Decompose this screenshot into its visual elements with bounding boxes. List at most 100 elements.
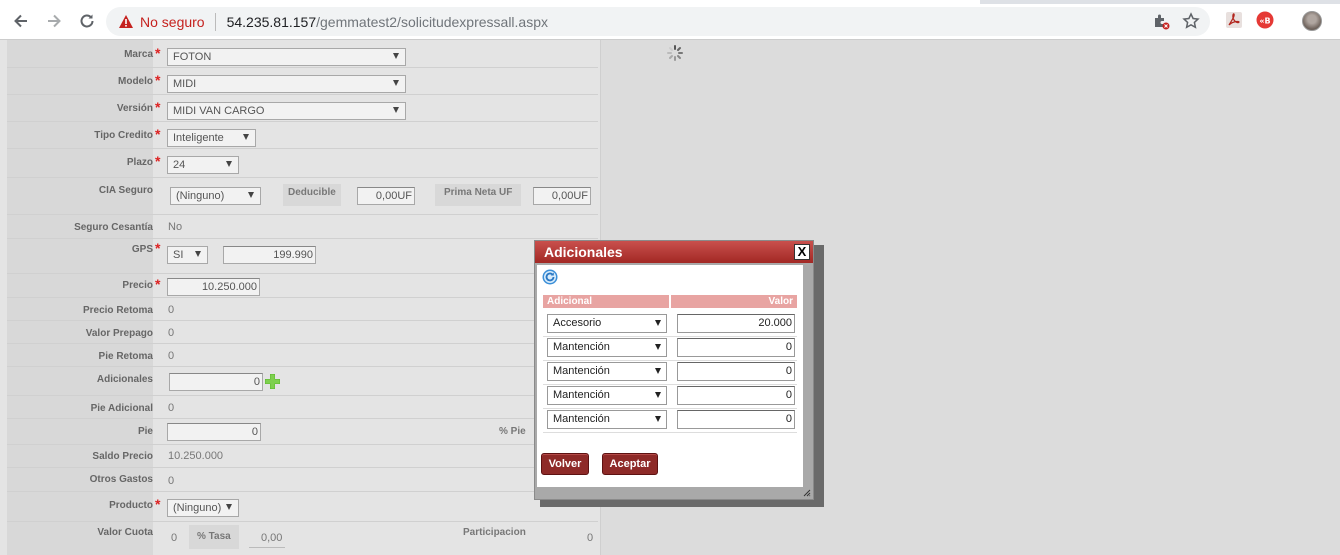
chevron-down-icon: [243, 134, 249, 140]
required-mark: *: [155, 99, 161, 115]
chevron-down-icon: [393, 80, 399, 86]
adicional-select[interactable]: Mantención: [547, 362, 667, 381]
row-divider: [543, 432, 797, 433]
tasa-label: % Tasa: [189, 525, 239, 549]
gps-value: SI: [173, 249, 184, 261]
marca-select[interactable]: FOTON: [167, 48, 406, 66]
seguro-cesantia-label: Seguro Cesantía: [74, 222, 153, 233]
loading-spinner-icon: [667, 45, 683, 61]
arrow-right-icon: [48, 14, 61, 28]
pie-adicional-label: Pie Adicional: [90, 403, 153, 414]
divider: [214, 12, 216, 31]
required-mark: *: [155, 496, 161, 512]
producto-value: (Ninguno): [173, 502, 222, 514]
plazo-label: Plazo: [126, 157, 153, 168]
chevron-down-icon: [393, 107, 399, 113]
adicional-value-input[interactable]: 0: [677, 362, 795, 381]
row-valor-cuota: Valor Cuota 0 % Tasa 0,00 Participacion …: [7, 522, 598, 555]
add-plus-icon[interactable]: [265, 374, 280, 389]
seguro-cesantia-value: No: [168, 221, 183, 233]
url-text[interactable]: 54.235.81.157/gemmatest2/solicitudexpres…: [227, 14, 548, 30]
tipo-credito-label: Tipo Credito: [94, 130, 153, 141]
required-mark: *: [155, 153, 161, 169]
adicional-type: Mantención: [553, 389, 610, 401]
adicional-value-input[interactable]: 0: [677, 386, 795, 405]
volver-button[interactable]: Volver: [541, 453, 589, 475]
chevron-down-icon: [393, 53, 399, 59]
required-mark: *: [155, 276, 161, 292]
aceptar-button[interactable]: Aceptar: [602, 453, 658, 475]
row-saldo-precio: Saldo Precio 10.250.000: [7, 445, 598, 468]
row-pie-retoma: Pie Retoma 0: [7, 344, 598, 367]
forward-button[interactable]: [43, 10, 65, 32]
modelo-label: Modelo: [118, 76, 153, 87]
chevron-down-icon: [655, 392, 661, 398]
deducible-label: Deducible: [283, 184, 341, 206]
gps-select[interactable]: SI: [167, 246, 208, 264]
producto-select[interactable]: (Ninguno): [167, 499, 239, 517]
chevron-down-icon: [655, 320, 661, 326]
adicional-select[interactable]: Mantención: [547, 338, 667, 357]
adicional-type: Mantención: [553, 413, 610, 425]
prima-neta-input[interactable]: 0,00UF: [533, 187, 591, 205]
adicional-value-input[interactable]: 0: [677, 338, 795, 357]
url-path: /gemmatest2/solicitudexpressall.aspx: [316, 13, 549, 30]
required-mark: *: [155, 126, 161, 142]
adicionales-label: Adicionales: [96, 374, 153, 385]
pdf-icon[interactable]: [1225, 11, 1243, 29]
row-plazo: Plazo * 24: [7, 149, 598, 178]
saldo-precio-value: 10.250.000: [168, 450, 224, 462]
required-mark: *: [155, 72, 161, 88]
extension-blocked-icon[interactable]: [1152, 12, 1170, 30]
row-gps: GPS * SI 199.990: [7, 239, 598, 274]
adicional-type: Mantención: [553, 365, 610, 377]
dialog-titlebar[interactable]: Adicionales X: [535, 241, 813, 263]
row-divider: [543, 384, 797, 385]
gps-amount-input[interactable]: 199.990: [223, 246, 316, 264]
reload-button[interactable]: [76, 10, 98, 32]
security-label[interactable]: No seguro: [140, 14, 205, 30]
modelo-select[interactable]: MIDI: [167, 75, 406, 93]
deducible-input[interactable]: 0,00UF: [357, 187, 415, 205]
precio-retoma-label: Precio Retoma: [82, 305, 153, 316]
row-pie-adicional: Pie Adicional 0: [7, 396, 598, 419]
reload-icon: [80, 14, 94, 28]
prima-neta-label: Prima Neta UF: [435, 184, 522, 206]
back-button[interactable]: [10, 10, 32, 32]
adicional-select[interactable]: Mantención: [547, 410, 667, 429]
row-otros-gastos: Otros Gastos 0: [7, 468, 598, 492]
row-divider: [543, 336, 797, 337]
adicional-value-input[interactable]: 0: [677, 410, 795, 429]
profile-avatar[interactable]: [1302, 11, 1322, 31]
version-value: MIDI VAN CARGO: [173, 105, 265, 117]
adicional-select[interactable]: Accesorio: [547, 314, 667, 333]
column-header-adicional: Adicional: [543, 295, 669, 308]
chevron-down-icon: [655, 416, 661, 422]
dialog-body: Adicional Valor Accesorio 20.000 Mantenc…: [537, 265, 803, 487]
close-button[interactable]: X: [794, 244, 810, 260]
row-precio: Precio * 10.250.000: [7, 274, 598, 298]
chevron-down-icon: [226, 504, 232, 510]
pie-input[interactable]: 0: [167, 423, 261, 441]
adicional-value-input[interactable]: 20.000: [677, 314, 795, 333]
tasa-value[interactable]: 0,00: [249, 530, 285, 548]
version-select[interactable]: MIDI VAN CARGO: [167, 102, 406, 120]
refresh-icon[interactable]: [542, 269, 558, 285]
adicional-select[interactable]: Mantención: [547, 386, 667, 405]
address-bar[interactable]: No seguro 54.235.81.157/gemmatest2/solic…: [106, 7, 1210, 36]
gps-label: GPS: [131, 244, 153, 255]
tipo-credito-select[interactable]: Inteligente: [167, 129, 256, 147]
participacion-label: Participacion: [463, 527, 526, 538]
pie-percent-label: % Pie: [499, 426, 526, 437]
cia-seguro-select[interactable]: (Ninguno): [170, 187, 261, 205]
adicionales-input[interactable]: 0: [169, 373, 263, 391]
adicionales-dialog: Adicionales X Adicional Valor Accesorio …: [534, 240, 814, 500]
precio-input[interactable]: 10.250.000: [167, 278, 260, 296]
star-icon[interactable]: [1182, 12, 1200, 30]
active-tab[interactable]: [0, 0, 980, 4]
resize-grip-icon[interactable]: [803, 489, 811, 497]
svg-text:«B: «B: [1259, 17, 1270, 26]
plazo-select[interactable]: 24: [167, 156, 239, 174]
omnibox-actions: [1152, 12, 1200, 30]
extension-red-icon[interactable]: «B: [1256, 11, 1274, 29]
